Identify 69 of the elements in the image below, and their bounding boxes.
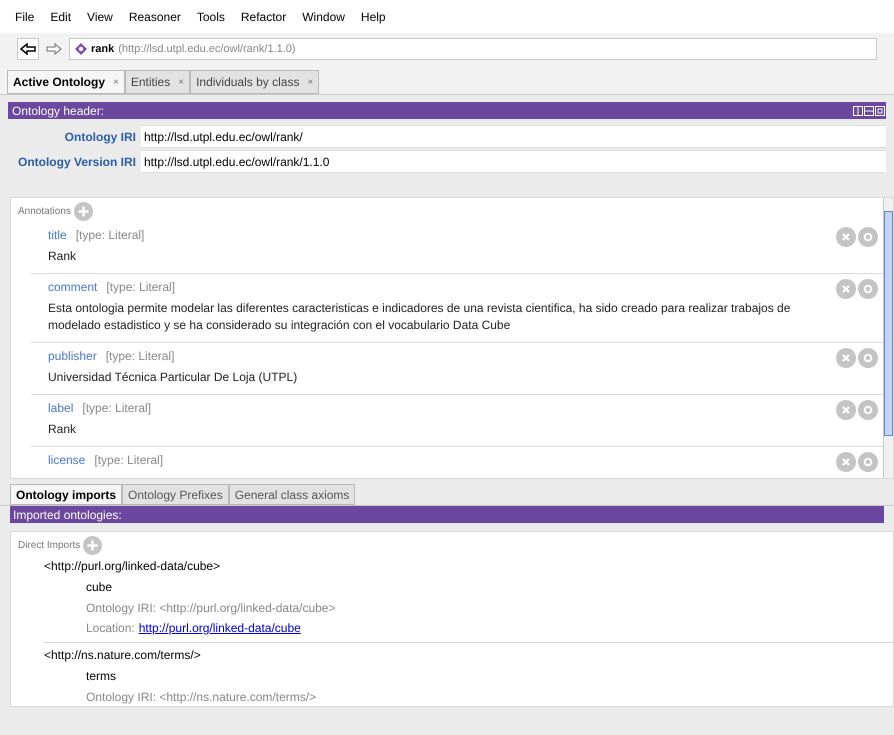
delete-icon[interactable] bbox=[836, 279, 856, 299]
layout-split-icon[interactable] bbox=[853, 106, 863, 116]
annotation-value: Universidad Técnica Particular De Loja (UTPL) bbox=[48, 369, 298, 386]
add-icon[interactable] bbox=[74, 202, 93, 220]
annotation-property-link[interactable]: comment bbox=[48, 278, 98, 296]
annotation-value: Rank bbox=[48, 421, 78, 438]
edit-circle-icon[interactable] bbox=[858, 400, 878, 420]
tab[interactable]: Active Ontology × bbox=[7, 70, 125, 94]
menu-item[interactable]: Edit bbox=[43, 8, 78, 26]
iri-field[interactable]: http://lsd.utpl.edu.ec/owl/rank/1.1.0 bbox=[141, 150, 886, 173]
annotation-type: [type: Literal] bbox=[106, 279, 176, 296]
annotation-property-link[interactable]: publisher bbox=[48, 347, 97, 365]
section-label: Direct Imports bbox=[18, 538, 80, 552]
annotation-property-link[interactable]: title bbox=[48, 226, 67, 244]
tab[interactable]: Ontology imports bbox=[10, 484, 122, 505]
tab[interactable]: Individuals by class × bbox=[190, 70, 320, 94]
ontology-name: cube bbox=[86, 579, 114, 596]
tab[interactable]: Entities × bbox=[124, 70, 190, 94]
edit-circle-icon[interactable] bbox=[858, 279, 878, 299]
menu-item[interactable]: Refactor bbox=[234, 8, 294, 26]
field-label: Ontology Version IRI bbox=[16, 154, 137, 170]
menu-item[interactable]: Window bbox=[295, 8, 352, 26]
menu-item[interactable]: Reasoner bbox=[122, 8, 188, 26]
panel-title: Imported ontologies: bbox=[13, 506, 122, 524]
edit-circle-icon[interactable] bbox=[858, 227, 878, 247]
edit-circle-icon[interactable] bbox=[858, 348, 878, 368]
annotation-value: Rank bbox=[48, 248, 78, 265]
edit-circle-icon[interactable] bbox=[858, 452, 878, 472]
forward-arrow-icon bbox=[46, 43, 62, 55]
annotation-value: Esta ontologia permite modelar las diferentes caracteristicas e indicadores de una revista cientifica, ha sido creado para realizar trabajos de modelado estadistico y se ha considerado su integración con el vocabulario Data Cube bbox=[48, 300, 792, 334]
scrollbar-thumb[interactable] bbox=[884, 211, 893, 436]
menu-item[interactable]: File bbox=[8, 8, 42, 26]
scrollbar[interactable] bbox=[883, 198, 893, 478]
maximize-icon[interactable] bbox=[875, 106, 885, 116]
iri-field[interactable]: http://lsd.utpl.edu.ec/owl/rank/ bbox=[141, 125, 886, 148]
annotation-property-link[interactable]: license bbox=[48, 451, 86, 469]
add-icon[interactable] bbox=[83, 536, 102, 554]
ontology-iri: Ontology IRI: <http://ns.nature.com/terms/> bbox=[86, 689, 318, 706]
tab[interactable]: Ontology Prefixes bbox=[122, 484, 229, 505]
section-label: Annotations bbox=[18, 204, 71, 218]
layout-stack-icon[interactable] bbox=[864, 106, 874, 116]
address-field[interactable]: rank (http://lsd.utpl.edu.ec/owl/rank/1.1.0) bbox=[69, 38, 877, 60]
annotation-type: [type: Literal] bbox=[76, 227, 144, 244]
field-label: Ontology IRI bbox=[64, 128, 137, 146]
annotation-type: [type: Literal] bbox=[94, 452, 164, 469]
annotation-type: [type: Literal] bbox=[82, 400, 152, 417]
import-uri: <http://ns.nature.com/terms/> bbox=[44, 647, 202, 664]
delete-icon[interactable] bbox=[836, 348, 856, 368]
menu-item[interactable]: Help bbox=[354, 8, 393, 26]
tab[interactable]: General class axioms bbox=[228, 484, 356, 505]
ontology-name: terms bbox=[86, 668, 117, 685]
back-button[interactable] bbox=[17, 38, 39, 60]
panel-title: Ontology header: bbox=[12, 102, 104, 120]
menu-item[interactable]: View bbox=[80, 8, 120, 26]
annotation-property-link[interactable]: label bbox=[48, 399, 74, 417]
close-tab-icon[interactable]: × bbox=[113, 74, 119, 90]
location-link[interactable]: http://purl.org/linked-data/cube bbox=[138, 619, 301, 638]
close-tab-icon[interactable]: × bbox=[307, 74, 314, 90]
delete-icon[interactable] bbox=[836, 400, 856, 420]
close-tab-icon[interactable]: × bbox=[178, 74, 184, 90]
delete-icon[interactable] bbox=[836, 227, 856, 247]
menu-item[interactable]: Tools bbox=[190, 8, 232, 26]
import-uri: <http://purl.org/linked-data/cube> bbox=[44, 558, 222, 575]
back-arrow-icon bbox=[20, 43, 36, 55]
ontology-diamond-icon bbox=[75, 43, 87, 55]
annotation-type: [type: Literal] bbox=[106, 348, 174, 365]
location-label: Location: bbox=[86, 620, 135, 637]
ontology-iri: Ontology IRI: <http://purl.org/linked-data/cube> bbox=[86, 600, 336, 617]
delete-icon[interactable] bbox=[836, 452, 856, 472]
